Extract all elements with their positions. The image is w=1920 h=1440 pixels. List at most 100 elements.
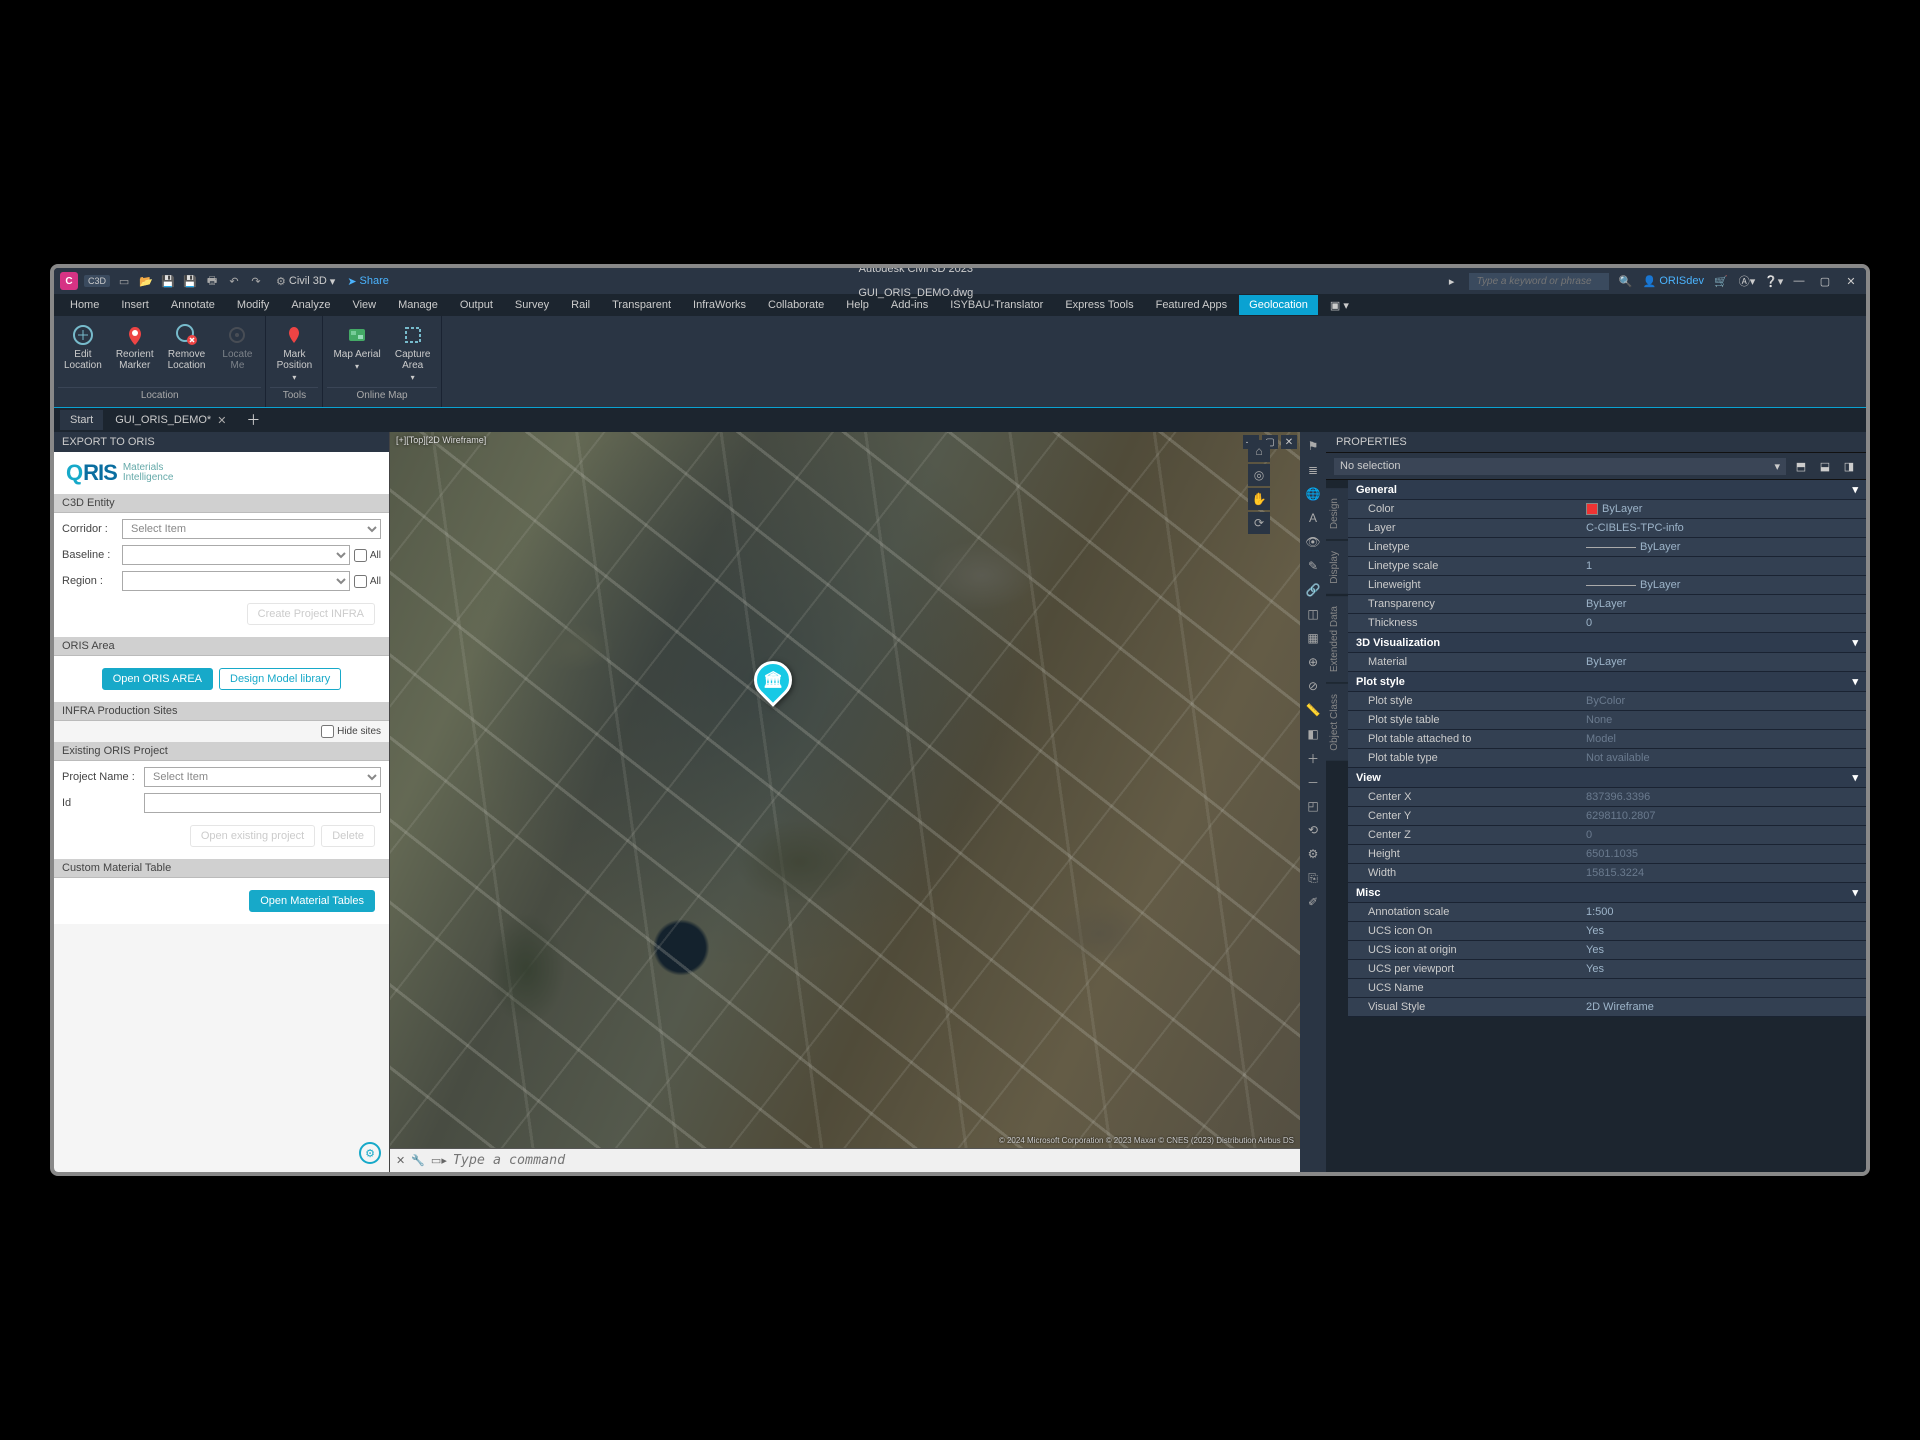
props-row[interactable]: ColorByLayer	[1348, 500, 1866, 519]
vtool-join-icon[interactable]: ⊕	[1302, 651, 1324, 673]
vtool-hatch-icon[interactable]: ▦	[1302, 627, 1324, 649]
vtool-gear-icon[interactable]: ⚙	[1302, 843, 1324, 865]
add-tab-button[interactable]: ＋	[238, 406, 268, 434]
design-model-library-button[interactable]: Design Model library	[219, 668, 341, 690]
props-val[interactable]: ByLayer	[1578, 500, 1866, 518]
props-row[interactable]: LineweightByLayer	[1348, 576, 1866, 595]
qat-new-icon[interactable]: ▭	[116, 273, 132, 289]
help-icon[interactable]: ❔▾	[1764, 275, 1782, 288]
select-objects-icon[interactable]: ⬓	[1816, 457, 1834, 475]
qat-save-icon[interactable]: 💾	[160, 273, 176, 289]
cmd-close-icon[interactable]: ✕	[396, 1154, 405, 1167]
props-val[interactable]: Model	[1578, 730, 1866, 748]
props-row[interactable]: UCS per viewportYes	[1348, 960, 1866, 979]
props-cat-general[interactable]: General▾	[1348, 480, 1866, 500]
selection-dropdown[interactable]: No selection ▾	[1334, 458, 1786, 475]
ribbon-tab-view[interactable]: View	[342, 295, 386, 315]
region-all-checkbox[interactable]: All	[354, 575, 381, 588]
vtool-selection-icon[interactable]: ◰	[1302, 795, 1324, 817]
nav-wheel-icon[interactable]: ◎	[1248, 464, 1270, 486]
vtool-refresh-icon[interactable]: ⟲	[1302, 819, 1324, 841]
props-row[interactable]: Plot table attached toModel	[1348, 730, 1866, 749]
vtool-link-icon[interactable]: 🔗	[1302, 579, 1324, 601]
props-val[interactable]: Yes	[1578, 922, 1866, 940]
props-row[interactable]: Thickness0	[1348, 614, 1866, 633]
props-val[interactable]: 1:500	[1578, 903, 1866, 921]
nav-orbit-icon[interactable]: ⟳	[1248, 512, 1270, 534]
region-select[interactable]	[122, 571, 350, 591]
props-val[interactable]: 0	[1578, 614, 1866, 632]
qat-saveas-icon[interactable]: 💾	[182, 273, 198, 289]
props-val[interactable]: 837396.3396	[1578, 788, 1866, 806]
map-aerial-button[interactable]: Map Aerial ▾	[327, 320, 386, 387]
window-minimize[interactable]: —	[1790, 275, 1808, 287]
props-val[interactable]: Yes	[1578, 941, 1866, 959]
vtool-visibility-icon[interactable]: 👁	[1302, 531, 1324, 553]
location-pin[interactable]: 🏛	[754, 661, 794, 709]
ribbon-tab-insert[interactable]: Insert	[111, 295, 159, 315]
props-row[interactable]: UCS icon at originYes	[1348, 941, 1866, 960]
workspace-dropdown-icon[interactable]: ▾	[330, 275, 336, 288]
vtool-drafting-icon[interactable]: ✐	[1302, 891, 1324, 913]
corridor-select[interactable]: Select Item	[122, 519, 381, 539]
user-menu[interactable]: 👤 ORISdev	[1643, 275, 1704, 288]
qat-open-icon[interactable]: 📂	[138, 273, 154, 289]
props-val[interactable]: ByLayer	[1578, 595, 1866, 613]
cart-icon[interactable]: 🛒	[1712, 275, 1730, 288]
workspace-gear-icon[interactable]: ⚙	[276, 275, 286, 288]
nav-home-icon[interactable]: ⌂	[1248, 440, 1270, 462]
props-val[interactable]: Not available	[1578, 749, 1866, 767]
mark-position-button[interactable]: Mark Position ▾	[270, 320, 318, 387]
vtool-layers-icon[interactable]: ≣	[1302, 459, 1324, 481]
props-row[interactable]: UCS Name	[1348, 979, 1866, 998]
reorient-marker-button[interactable]: Reorient Marker	[110, 320, 160, 387]
props-vtab-extended-data[interactable]: Extended Data	[1326, 596, 1348, 682]
search-input[interactable]	[1469, 273, 1609, 290]
vtool-xref-icon[interactable]: ◧	[1302, 723, 1324, 745]
props-row[interactable]: Linetype scale1	[1348, 557, 1866, 576]
props-row[interactable]: Center Z0	[1348, 826, 1866, 845]
props-vtab-object-class[interactable]: Object Class	[1326, 684, 1348, 761]
hide-sites-checkbox[interactable]: Hide sites	[321, 725, 381, 738]
tab-start[interactable]: Start	[60, 410, 103, 430]
props-cat-view[interactable]: View▾	[1348, 768, 1866, 788]
autodesk-icon[interactable]: Ⓐ▾	[1738, 273, 1756, 289]
app-icon[interactable]: C	[60, 272, 78, 290]
remove-location-button[interactable]: Remove Location	[162, 320, 212, 387]
vtool-text-icon[interactable]: A	[1302, 507, 1324, 529]
vtool-globe-icon[interactable]: 🌐	[1302, 483, 1324, 505]
project-name-select[interactable]: Select Item	[144, 767, 381, 787]
viewport-label[interactable]: [+][Top][2D Wireframe]	[396, 435, 486, 445]
props-row[interactable]: Center Y6298110.2807	[1348, 807, 1866, 826]
capture-area-button[interactable]: Capture Area ▾	[389, 320, 437, 387]
props-cat-plot[interactable]: Plot style▾	[1348, 672, 1866, 692]
props-val[interactable]: 15815.3224	[1578, 864, 1866, 882]
qat-undo-icon[interactable]: ↶	[226, 273, 242, 289]
vtool-break-icon[interactable]: ⊘	[1302, 675, 1324, 697]
ribbon-tab-annotate[interactable]: Annotate	[161, 295, 225, 315]
props-val[interactable]: 6501.1035	[1578, 845, 1866, 863]
pickadd-icon[interactable]: ◨	[1840, 457, 1858, 475]
marker-icon[interactable]: ▸	[1443, 275, 1461, 288]
props-val[interactable]: None	[1578, 711, 1866, 729]
command-input[interactable]	[453, 1153, 1294, 1168]
tab-active-doc[interactable]: GUI_ORIS_DEMO* ✕	[105, 410, 236, 431]
map-viewport[interactable]: [+][Top][2D Wireframe] 🏛 — ▢ ✕ © 2024 Mi…	[390, 432, 1300, 1148]
vtool-plus-icon[interactable]: ＋	[1302, 747, 1324, 769]
props-val[interactable]: ByLayer	[1578, 653, 1866, 671]
props-row[interactable]: Width15815.3224	[1348, 864, 1866, 883]
props-val[interactable]: 1	[1578, 557, 1866, 575]
qat-plot-icon[interactable]: 🖶	[204, 273, 220, 289]
quick-select-icon[interactable]: ⬒	[1792, 457, 1810, 475]
props-row[interactable]: Plot styleByColor	[1348, 692, 1866, 711]
props-val[interactable]: ByColor	[1578, 692, 1866, 710]
ribbon-tab-home[interactable]: Home	[60, 295, 109, 315]
id-field[interactable]	[144, 793, 381, 813]
close-icon[interactable]: ✕	[217, 414, 226, 427]
open-oris-area-button[interactable]: Open ORIS AREA	[102, 668, 213, 690]
workspace-name[interactable]: Civil 3D	[289, 275, 327, 287]
nav-pan-icon[interactable]: ✋	[1248, 488, 1270, 510]
props-val[interactable]: 0	[1578, 826, 1866, 844]
props-cat-viz[interactable]: 3D Visualization▾	[1348, 633, 1866, 653]
props-row[interactable]: LayerC-CIBLES-TPC-info	[1348, 519, 1866, 538]
